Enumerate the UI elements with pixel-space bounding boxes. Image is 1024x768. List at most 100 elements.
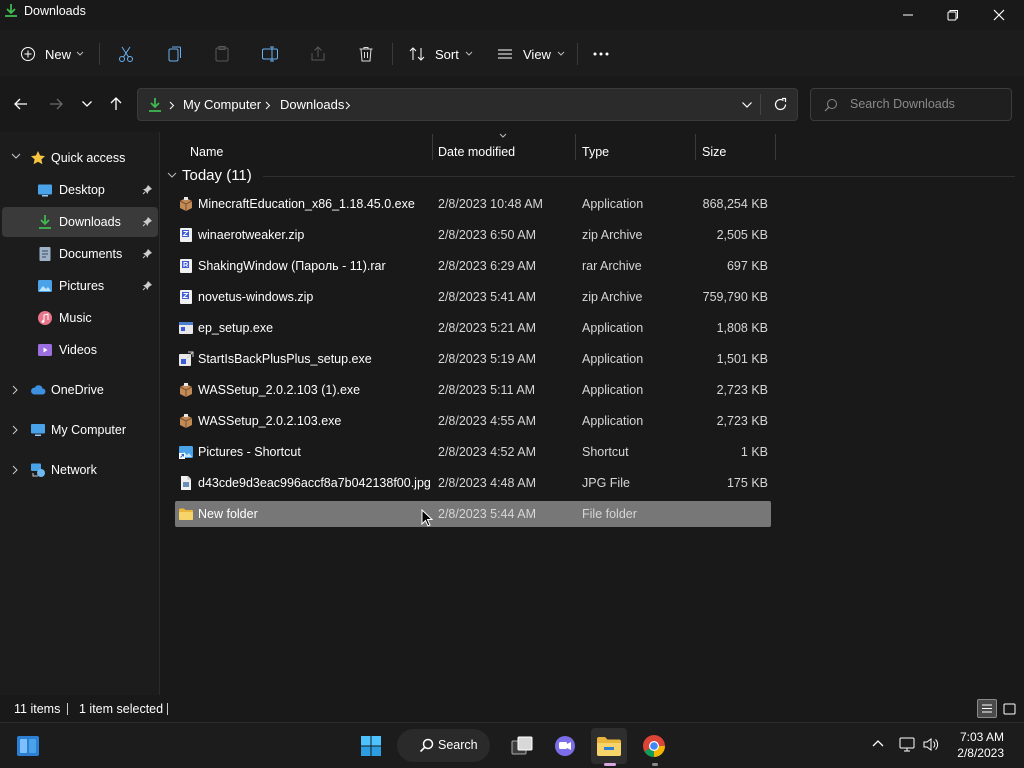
sidebar-item-downloads[interactable]: Downloads bbox=[2, 207, 158, 237]
sort-button[interactable]: Sort bbox=[408, 38, 473, 70]
share-button[interactable] bbox=[309, 38, 327, 70]
column-divider[interactable] bbox=[432, 134, 433, 160]
close-icon bbox=[993, 9, 1005, 21]
rename-icon bbox=[262, 46, 278, 62]
system-clock[interactable]: 7:03 AM 2/8/2023 bbox=[957, 729, 1004, 761]
file-date: 2/8/2023 6:50 AM bbox=[438, 228, 536, 242]
large-icons-view-button[interactable] bbox=[999, 699, 1019, 718]
chevron-up-icon[interactable] bbox=[872, 739, 884, 747]
sidebar-item-documents[interactable]: Documents bbox=[2, 239, 158, 269]
search-icon bbox=[824, 99, 837, 112]
folder-icon bbox=[597, 737, 621, 756]
file-size: 2,723 KB bbox=[716, 414, 768, 428]
file-row[interactable]: novetus-windows.zip 2/8/2023 5:41 AM zip… bbox=[175, 284, 771, 310]
running-app-indicator bbox=[652, 763, 658, 766]
up-button[interactable] bbox=[104, 93, 128, 115]
close-button[interactable] bbox=[976, 0, 1022, 30]
sidebar-item-network[interactable]: Network bbox=[2, 455, 158, 485]
details-view-button[interactable] bbox=[977, 699, 997, 718]
sidebar-item-desktop[interactable]: Desktop bbox=[2, 175, 158, 205]
file-type: Shortcut bbox=[582, 445, 629, 459]
chevron-down-icon[interactable] bbox=[741, 101, 753, 109]
breadcrumb-downloads[interactable]: Downloads bbox=[280, 97, 344, 112]
file-row[interactable]: WASSetup_2.0.2.103.exe 2/8/2023 4:55 AM … bbox=[175, 408, 771, 434]
file-date: 2/8/2023 5:44 AM bbox=[438, 507, 536, 521]
sidebar-item-my-computer[interactable]: My Computer bbox=[2, 415, 158, 445]
file-row[interactable]: StartIsBackPlusPlus_setup.exe 2/8/2023 5… bbox=[175, 346, 771, 372]
sidebar-item-label: Network bbox=[51, 463, 97, 477]
command-bar: New Sort View bbox=[0, 30, 1024, 76]
selection-count: 1 item selected bbox=[79, 702, 164, 716]
chevron-right-icon[interactable] bbox=[12, 385, 19, 395]
file-row[interactable]: d43cde9d3eac996accf8a7b042138f00.jpg 2/8… bbox=[175, 470, 771, 496]
column-header-type[interactable]: Type bbox=[582, 138, 609, 166]
column-divider[interactable] bbox=[775, 134, 776, 160]
chevron-right-icon[interactable] bbox=[12, 425, 19, 435]
file-size: 1,501 KB bbox=[716, 352, 768, 366]
file-row[interactable]: New folder 2/8/2023 5:44 AM File folder bbox=[175, 501, 771, 527]
copy-button[interactable] bbox=[165, 38, 183, 70]
minimize-icon bbox=[903, 14, 913, 16]
sidebar-item-onedrive[interactable]: OneDrive bbox=[2, 375, 158, 405]
sidebar-item-quick-access[interactable]: Quick access bbox=[2, 143, 158, 173]
cut-button[interactable] bbox=[117, 38, 135, 70]
volume-icon[interactable] bbox=[922, 736, 940, 753]
network-status-icon[interactable] bbox=[898, 736, 916, 753]
mouse-cursor-icon bbox=[421, 509, 433, 527]
back-button[interactable] bbox=[9, 93, 33, 115]
file-row[interactable]: Pictures - Shortcut 2/8/2023 4:52 AM Sho… bbox=[175, 439, 771, 465]
sidebar-item-pictures[interactable]: Pictures bbox=[2, 271, 158, 301]
sidebar-item-videos[interactable]: Videos bbox=[2, 335, 158, 365]
column-header-date-modified[interactable]: Date modified bbox=[438, 138, 515, 166]
file-row[interactable]: winaerotweaker.zip 2/8/2023 6:50 AM zip … bbox=[175, 222, 771, 248]
task-view-button[interactable] bbox=[504, 728, 540, 764]
column-divider[interactable] bbox=[695, 134, 696, 160]
recent-locations-button[interactable] bbox=[75, 93, 99, 115]
rename-button[interactable] bbox=[261, 38, 279, 70]
file-date: 2/8/2023 4:48 AM bbox=[438, 476, 536, 490]
file-row[interactable]: WASSetup_2.0.2.103 (1).exe 2/8/2023 5:11… bbox=[175, 377, 771, 403]
file-type: JPG File bbox=[582, 476, 630, 490]
file-row[interactable]: MinecraftEducation_x86_1.18.45.0.exe 2/8… bbox=[175, 191, 771, 217]
delete-button[interactable] bbox=[357, 38, 375, 70]
new-button[interactable]: New bbox=[20, 38, 84, 70]
minimize-button[interactable] bbox=[885, 0, 931, 30]
chrome-button[interactable] bbox=[636, 728, 672, 764]
taskbar-search-button[interactable]: Search bbox=[397, 729, 490, 762]
forward-button[interactable] bbox=[44, 93, 68, 115]
file-name: novetus-windows.zip bbox=[198, 290, 314, 304]
paste-button[interactable] bbox=[213, 38, 231, 70]
address-bar[interactable]: My Computer Downloads bbox=[137, 88, 798, 121]
restore-button[interactable] bbox=[930, 0, 976, 30]
sidebar-item-music[interactable]: Music bbox=[2, 303, 158, 333]
toolbar-divider bbox=[392, 43, 393, 65]
chrome-icon bbox=[643, 735, 665, 757]
file-row[interactable]: ep_setup.exe 2/8/2023 5:21 AM Applicatio… bbox=[175, 315, 771, 341]
sidebar-item-label: Music bbox=[59, 311, 92, 325]
column-divider[interactable] bbox=[575, 134, 576, 160]
file-row[interactable]: ShakingWindow (Пароль - 11).rar 2/8/2023… bbox=[175, 253, 771, 279]
start-button[interactable] bbox=[353, 728, 389, 764]
chevron-right-icon[interactable] bbox=[12, 465, 19, 475]
search-placeholder: Search Downloads bbox=[850, 97, 955, 111]
chevron-down-icon[interactable] bbox=[11, 153, 21, 160]
widgets-button[interactable] bbox=[10, 728, 46, 764]
refresh-icon[interactable] bbox=[773, 97, 788, 112]
file-type: Application bbox=[582, 197, 644, 211]
file-explorer-taskbar-button[interactable] bbox=[591, 728, 627, 764]
more-options-button[interactable] bbox=[592, 38, 610, 70]
search-box[interactable]: Search Downloads bbox=[810, 88, 1012, 121]
view-button[interactable]: View bbox=[496, 38, 565, 70]
chevron-right-icon bbox=[265, 101, 271, 110]
sidebar-item-label: Pictures bbox=[59, 279, 105, 293]
file-name: MinecraftEducation_x86_1.18.45.0.exe bbox=[198, 197, 415, 211]
chevron-right-icon bbox=[345, 101, 351, 110]
group-header-today[interactable]: Today (11) bbox=[165, 164, 1015, 188]
column-header-size[interactable]: Size bbox=[702, 138, 726, 166]
column-header-name[interactable]: Name bbox=[190, 138, 223, 166]
chat-button[interactable] bbox=[547, 728, 583, 764]
sort-icon bbox=[409, 47, 425, 61]
breadcrumb-my-computer[interactable]: My Computer bbox=[183, 97, 261, 112]
chevron-down-icon bbox=[465, 51, 473, 56]
column-label: Size bbox=[702, 145, 727, 159]
